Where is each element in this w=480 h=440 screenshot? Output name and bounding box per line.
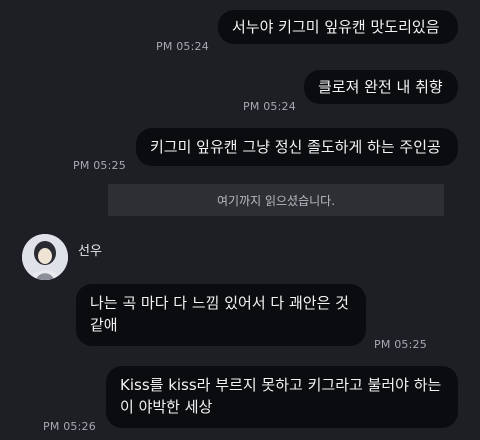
read-marker: 여기까지 읽으셨습니다. [108, 184, 444, 216]
message-bubble-outgoing[interactable]: 클로져 완전 내 취향 [304, 70, 458, 104]
message-bubble-outgoing[interactable]: 키그미 잎유캔 그냥 정신 졸도하게 하는 주인공 [136, 128, 458, 166]
message-timestamp: PM 05:25 [374, 338, 427, 351]
sender-name: 선우 [78, 244, 102, 259]
message-timestamp: PM 05:26 [43, 420, 96, 433]
message-bubble-outgoing[interactable]: 서누야 키그미 잎유캔 맛도리있음 [218, 10, 458, 44]
message-timestamp: PM 05:24 [156, 40, 209, 53]
message-bubble-incoming[interactable]: 나는 곡 마다 다 느낌 있어서 다 괘안은 것 같애 [76, 284, 366, 346]
message-timestamp: PM 05:25 [73, 159, 126, 172]
message-bubble-outgoing[interactable]: Kiss를 kiss라 부르지 못하고 키그라고 불러야 하는 이 야박한 세상 [106, 366, 458, 428]
message-timestamp: PM 05:24 [243, 100, 296, 113]
avatar[interactable] [22, 234, 68, 280]
profile-photo-icon [22, 234, 68, 280]
